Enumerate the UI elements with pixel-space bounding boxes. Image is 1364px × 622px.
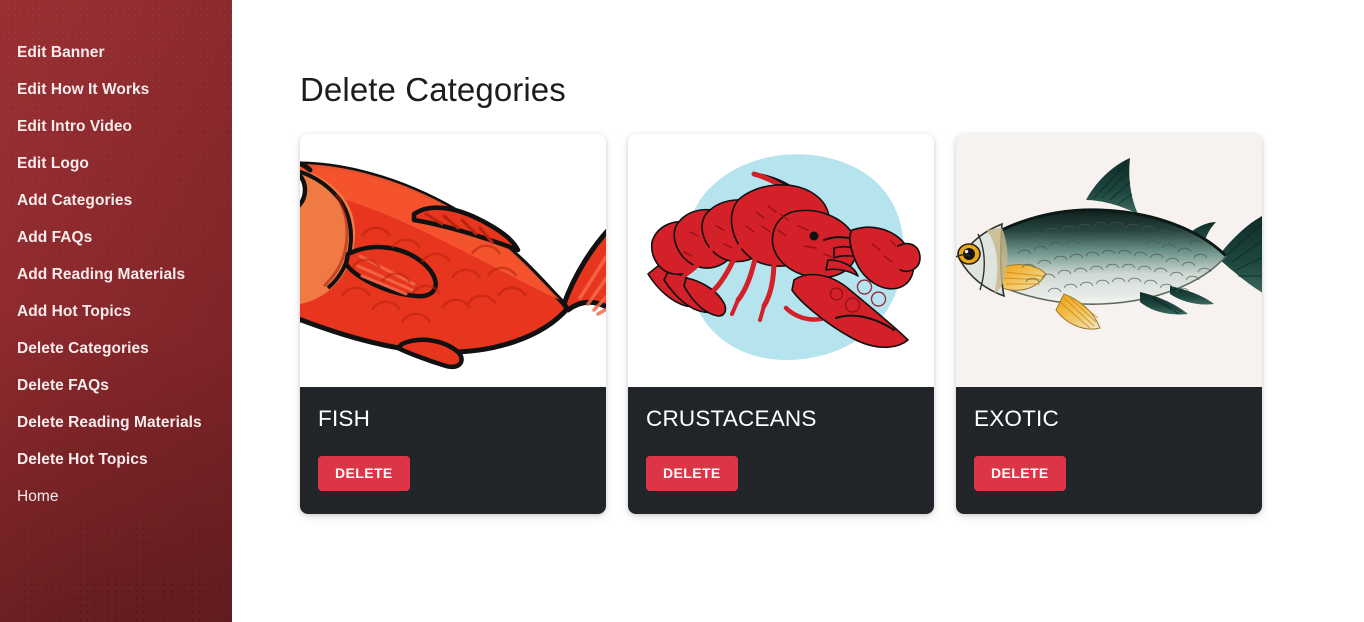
sidebar-nav: Edit Banner Edit How It Works Edit Intro…: [0, 34, 232, 515]
sidebar-item-edit-intro-video[interactable]: Edit Intro Video: [0, 108, 232, 145]
category-card-body: FISH DELETE: [300, 387, 606, 515]
category-card: EXOTIC DELETE: [956, 134, 1262, 515]
main-content: Delete Categories FISH DELETE CRUSTACEAN…: [232, 0, 1364, 622]
red-crayfish-illustration-icon: [628, 134, 934, 388]
red-cartoon-fish-sticker-icon: [300, 134, 606, 388]
category-card: CRUSTACEANS DELETE: [628, 134, 934, 515]
category-title: EXOTIC: [974, 406, 1059, 432]
admin-dashboard: Edit Banner Edit How It Works Edit Intro…: [0, 0, 1364, 622]
category-card-body: EXOTIC DELETE: [956, 387, 1262, 515]
category-card: FISH DELETE: [300, 134, 606, 515]
page-title: Delete Categories: [300, 71, 566, 108]
sidebar-item-add-categories[interactable]: Add Categories: [0, 182, 232, 219]
delete-button[interactable]: DELETE: [318, 456, 410, 492]
sidebar: Edit Banner Edit How It Works Edit Intro…: [0, 0, 232, 622]
sidebar-item-add-faqs[interactable]: Add FAQs: [0, 219, 232, 256]
category-image-fish: [300, 134, 606, 388]
sidebar-item-add-reading-materials[interactable]: Add Reading Materials: [0, 256, 232, 293]
sidebar-item-edit-banner[interactable]: Edit Banner: [0, 34, 232, 71]
sidebar-item-add-hot-topics[interactable]: Add Hot Topics: [0, 293, 232, 330]
category-image-crustaceans: [628, 134, 934, 388]
category-card-grid: FISH DELETE CRUSTACEANS DELETE EXOTIC DE…: [300, 134, 1364, 515]
sidebar-item-delete-faqs[interactable]: Delete FAQs: [0, 367, 232, 404]
sidebar-item-delete-reading-materials[interactable]: Delete Reading Materials: [0, 404, 232, 441]
sidebar-item-edit-how-it-works[interactable]: Edit How It Works: [0, 71, 232, 108]
category-title: FISH: [318, 406, 371, 432]
sidebar-item-delete-categories[interactable]: Delete Categories: [0, 330, 232, 367]
vintage-green-fish-illustration-icon: [956, 134, 1262, 388]
category-image-exotic: [956, 134, 1262, 388]
sidebar-item-home[interactable]: Home: [0, 478, 232, 515]
sidebar-item-delete-hot-topics[interactable]: Delete Hot Topics: [0, 441, 232, 478]
category-card-body: CRUSTACEANS DELETE: [628, 387, 934, 515]
delete-button[interactable]: DELETE: [974, 456, 1066, 492]
delete-button[interactable]: DELETE: [646, 456, 738, 492]
category-title: CRUSTACEANS: [646, 406, 817, 432]
sidebar-item-edit-logo[interactable]: Edit Logo: [0, 145, 232, 182]
